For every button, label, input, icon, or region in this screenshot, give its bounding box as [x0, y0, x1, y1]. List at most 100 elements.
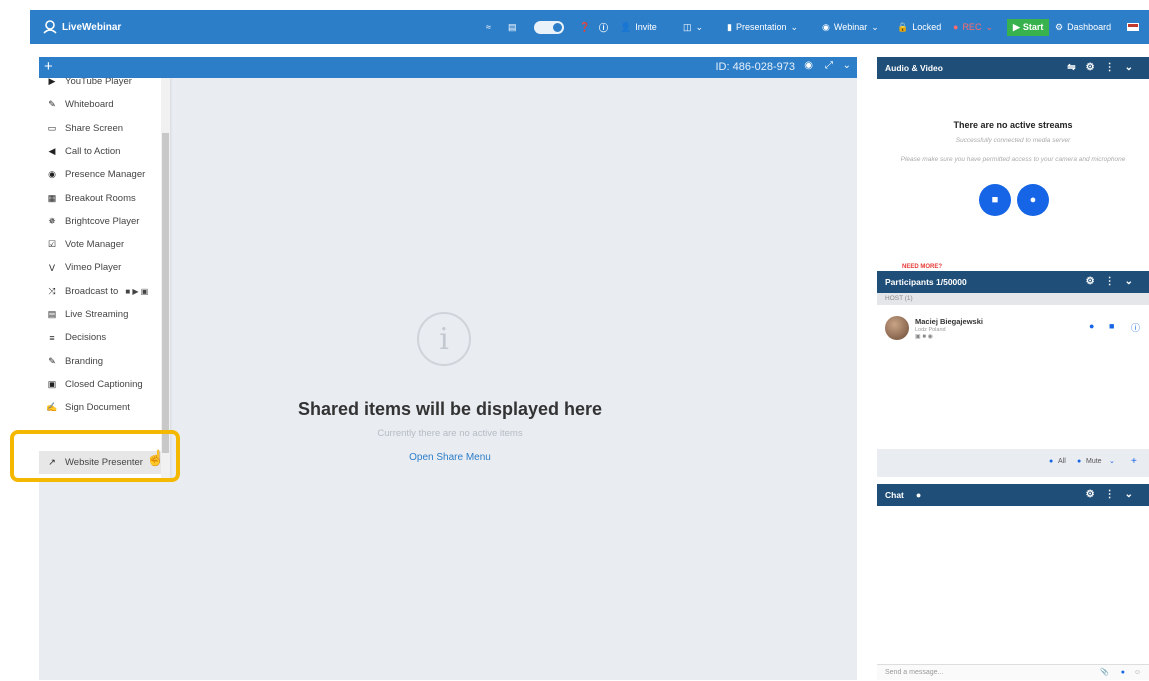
need-more-badge[interactable]: NEED MORE?	[899, 264, 946, 270]
presentation-icon: ▮	[727, 21, 732, 32]
broadcast-platform-icons: ■ ▶ ▣	[125, 286, 149, 296]
empty-state-title: Shared items will be displayed here	[297, 399, 603, 419]
locked-button[interactable]: 🔒 Locked	[897, 10, 941, 44]
menu-scrollbar[interactable]	[161, 78, 170, 480]
share-menu-item[interactable]: ≡ Decisions	[39, 326, 161, 349]
checkbox-icon: ☑	[47, 239, 57, 250]
stage-area: + ID: 486-028-973 ◉ ⤢ ⌄ ▶ YouTube Player ✎…	[39, 57, 857, 680]
mic-all-icon: ●	[1049, 458, 1054, 465]
language-selector[interactable]	[1127, 10, 1139, 44]
panel-header: Participants 1/50000 ⚙⋮⌄	[877, 271, 1149, 293]
share-menu-item-label: Branding	[65, 355, 104, 367]
video-camera-icon[interactable]: ■	[1109, 321, 1114, 331]
cc-icon: ▣	[47, 378, 57, 389]
chevron-down-icon[interactable]: ⌄	[843, 60, 851, 71]
chat-input[interactable]: Send a message... 📎 ● ☺	[877, 664, 1149, 680]
chat-avatar-icon: ●	[915, 490, 922, 500]
grid-icon: ▦	[47, 192, 57, 203]
mute-button[interactable]: Mute	[1086, 458, 1102, 465]
info-icon[interactable]: ⓘ	[599, 10, 608, 44]
share-menu-item[interactable]: ✎ Branding	[39, 350, 161, 373]
play-icon: ▶	[1013, 21, 1020, 32]
microphone-button[interactable]: ●	[1017, 184, 1049, 216]
chevron-down-icon: ⌄	[695, 21, 704, 32]
wifi-icon[interactable]: ≈	[486, 10, 491, 44]
avatar	[885, 316, 909, 340]
start-button[interactable]: ▶ Start	[1007, 10, 1050, 44]
share-menu-item[interactable]: V Vimeo Player	[39, 256, 161, 279]
logo-icon	[43, 20, 57, 34]
vimeo-icon: V	[48, 262, 55, 273]
chat-panel: Chat ● ⚙⋮⌄ Send a message... 📎 ● ☺	[877, 484, 1149, 680]
share-menu-item-label: Breakout Rooms	[65, 192, 136, 204]
dashboard-button[interactable]: ⚙ Dashboard	[1055, 10, 1111, 44]
share-menu-item-label: Call to Action	[65, 145, 121, 157]
info-icon[interactable]: ⓘ	[1131, 321, 1140, 334]
share-menu-item[interactable]: ✎ Whiteboard	[39, 93, 161, 116]
share-menu: ▶ YouTube Player ✎ Whiteboard ▭ Share Screen ◀…	[39, 78, 170, 480]
logo-text: LiveWebinar	[62, 21, 122, 33]
panel-controls[interactable]: ⚙⋮⌄	[1086, 489, 1143, 500]
megaphone-icon: ◀	[48, 145, 56, 156]
panel-controls[interactable]: ⚙⋮⌄	[1086, 276, 1143, 287]
list-icon: ≡	[49, 332, 55, 343]
shuffle-icon: ⤨	[48, 285, 56, 296]
eye-icon: ◉	[48, 169, 56, 180]
sign-icon: ✍	[46, 402, 58, 413]
permission-text: Please make sure you have permitted acce…	[900, 156, 1126, 163]
share-menu-item-label: Brightcove Player	[65, 215, 140, 227]
share-menu-item-label: Vimeo Player	[65, 262, 122, 274]
share-menu-item[interactable]: ☑ Vote Manager	[39, 233, 161, 256]
share-menu-item[interactable]: ▭ Share Screen	[39, 117, 161, 140]
audio-video-panel: Audio & Video ⇋⚙⋮⌄ There are no active s…	[877, 57, 1149, 257]
microphone-icon[interactable]: ●	[1089, 321, 1094, 331]
share-menu-item[interactable]: ▣ Closed Captioning	[39, 373, 161, 396]
share-menu-item[interactable]: ▤ Live Streaming	[39, 303, 161, 326]
stage-header: + ID: 486-028-973 ◉ ⤢ ⌄	[39, 57, 857, 78]
screen-layout-button[interactable]: ◫ ⌄	[683, 10, 703, 44]
toggle-switch[interactable]	[534, 10, 564, 44]
presentation-button[interactable]: ▮ Presentation ⌄	[727, 10, 798, 44]
microphone-icon[interactable]: ●	[1121, 665, 1125, 681]
share-menu-item[interactable]: ✵ Brightcove Player	[39, 210, 161, 233]
share-menu-item-label: Decisions	[65, 332, 107, 344]
share-menu-item-label: Broadcast to	[65, 285, 119, 297]
open-share-menu-link[interactable]: Open Share Menu	[350, 452, 550, 463]
share-menu-item[interactable]: ✍ Sign Document	[39, 396, 161, 419]
help-icon[interactable]: ❓	[579, 10, 590, 44]
camera-button[interactable]: ■	[979, 184, 1011, 216]
host-section-label: HOST (1)	[877, 293, 1149, 305]
share-menu-item[interactable]: ▶ YouTube Player	[39, 78, 161, 93]
window-icon: ◫	[683, 21, 692, 32]
top-bar: LiveWebinar ≈ ▤ ❓ ⓘ 👤 Invite ◫ ⌄ ▮ Prese…	[30, 10, 1149, 44]
webinar-button[interactable]: ◉ Webinar ⌄	[822, 10, 879, 44]
youtube-icon: ▶	[48, 78, 56, 86]
emoji-icon[interactable]: ☺	[1134, 665, 1141, 681]
attachment-icon[interactable]: 📎	[1100, 665, 1109, 681]
add-user-icon[interactable]: +	[1131, 456, 1137, 467]
share-menu-item[interactable]: ▦ Breakout Rooms	[39, 187, 161, 210]
monitor-icon: ▭	[47, 122, 57, 133]
share-menu-item[interactable]: ◀ Call to Action	[39, 140, 161, 163]
volume-icon[interactable]: ◉	[804, 60, 813, 71]
hand-cursor-icon: ☝	[146, 450, 165, 467]
fullscreen-icon[interactable]: ⤢	[825, 60, 833, 71]
layout-icon[interactable]: ▤	[508, 10, 517, 44]
share-menu-item-label: Sign Document	[65, 402, 130, 414]
share-menu-item[interactable]: ⤨ Broadcast to ■ ▶ ▣	[39, 280, 161, 303]
chevron-down-icon[interactable]: ⌄	[1109, 457, 1115, 465]
rec-button[interactable]: ● REC ⌄	[953, 10, 993, 44]
all-button[interactable]: All	[1058, 458, 1066, 465]
info-circle-icon: i	[417, 312, 471, 366]
participants-panel: NEED MORE? Participants 1/50000 ⚙⋮⌄ HOST…	[877, 264, 1149, 477]
share-menu-item[interactable]: ◉ Presence Manager	[39, 163, 161, 186]
logo[interactable]: LiveWebinar	[42, 10, 121, 44]
add-share-button[interactable]: +	[44, 58, 53, 76]
burst-icon: ✵	[48, 215, 56, 226]
panel-controls[interactable]: ⇋⚙⋮⌄	[1067, 62, 1143, 73]
flag-icon	[1127, 23, 1139, 31]
share-menu-item-label: Presence Manager	[65, 169, 146, 181]
chevron-down-icon: ⌄	[790, 21, 799, 32]
lock-icon: 🔒	[897, 21, 909, 32]
invite-button[interactable]: 👤 Invite	[620, 10, 657, 44]
